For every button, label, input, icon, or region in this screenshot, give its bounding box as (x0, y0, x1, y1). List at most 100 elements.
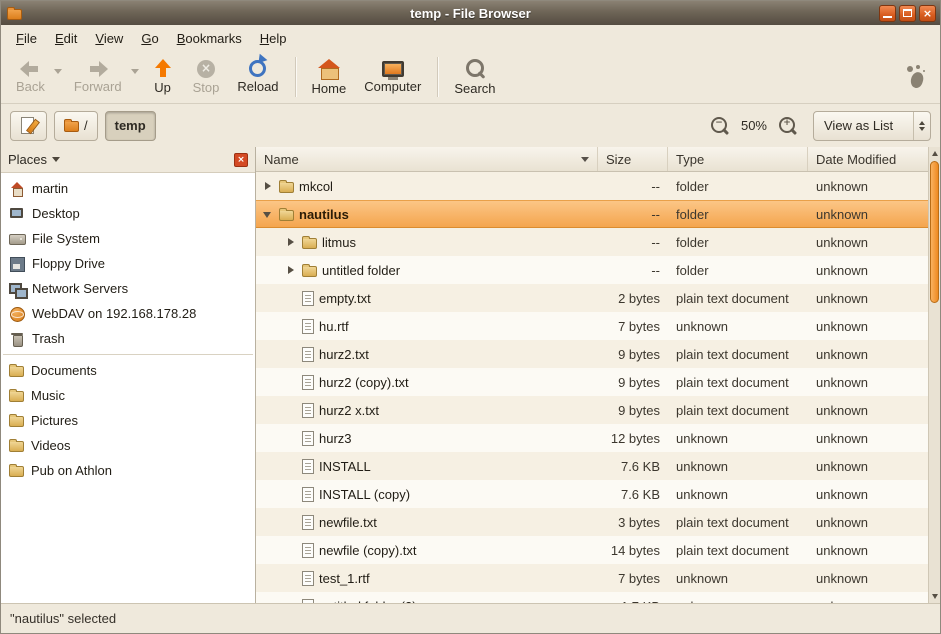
sidebar-item-pictures[interactable]: Pictures (1, 408, 255, 433)
zoom-in-button[interactable] (776, 114, 800, 138)
file-row[interactable]: newfile.txt3 bytesplain text documentunk… (256, 508, 928, 536)
sidebar-item-martin[interactable]: martin (1, 176, 255, 201)
path-button-current[interactable]: temp (105, 111, 156, 141)
computer-icon (382, 61, 404, 77)
file-modified: unknown (808, 564, 928, 592)
menu-bookmarks[interactable]: Bookmarks (168, 27, 251, 50)
column-header-type[interactable]: Type (668, 147, 808, 171)
menu-view[interactable]: View (86, 27, 132, 50)
folder-icon (302, 238, 317, 249)
scrollbar-track[interactable] (929, 160, 940, 590)
menu-file[interactable]: File (7, 27, 46, 50)
file-name-cell: test_1.rtf (256, 564, 598, 592)
file-name-cell: hurz3 (256, 424, 598, 452)
expander-closed-icon[interactable] (262, 180, 274, 192)
column-header-date-modified[interactable]: Date Modified (808, 147, 928, 171)
file-modified: unknown (808, 228, 928, 256)
network-icon (9, 281, 25, 297)
expander-closed-icon[interactable] (285, 264, 297, 276)
file-size: -- (598, 200, 668, 228)
sidebar-item-label: Pub on Athlon (31, 463, 112, 478)
menu-go[interactable]: Go (132, 27, 167, 50)
sidebar-item-network-servers[interactable]: Network Servers (1, 276, 255, 301)
file-row[interactable]: untitled folder (2)1.7 KBunknownunknown (256, 592, 928, 603)
column-dropdown-icon[interactable] (581, 157, 589, 162)
file-modified: unknown (808, 340, 928, 368)
toolbar-button-up[interactable]: Up (142, 51, 184, 103)
file-row[interactable]: INSTALL7.6 KBunknownunknown (256, 452, 928, 480)
menu-help[interactable]: Help (251, 27, 296, 50)
menu-edit[interactable]: Edit (46, 27, 86, 50)
dropdown-arrow-icon[interactable] (54, 51, 65, 103)
sidebar-item-desktop[interactable]: Desktop (1, 201, 255, 226)
places-sidebar: Places martinDesktopFile SystemFloppy Dr… (1, 147, 256, 603)
path-button-root[interactable]: / (54, 111, 98, 141)
file-name: INSTALL (319, 459, 371, 474)
scrollbar-thumb[interactable] (930, 161, 939, 303)
menubar: FileEditViewGoBookmarksHelp (1, 25, 940, 51)
toolbar-button-forward[interactable]: Forward (65, 51, 131, 103)
file-row[interactable]: newfile (copy).txt14 bytesplain text doc… (256, 536, 928, 564)
back-icon (20, 61, 40, 77)
expander-open-icon[interactable] (262, 208, 274, 220)
column-header-name[interactable]: Name (256, 147, 598, 171)
close-sidebar-button[interactable] (234, 153, 248, 167)
file-name-cell: hurz2.txt (256, 340, 598, 368)
sidebar-item-label: Documents (31, 363, 97, 378)
toolbar-button-home[interactable]: Home (303, 51, 356, 103)
places-header[interactable]: Places (1, 147, 255, 173)
home-toolbar-icon (318, 59, 340, 79)
file-row[interactable]: empty.txt2 bytesplain text documentunkno… (256, 284, 928, 312)
sidebar-item-webdav-on-192-168-178-28[interactable]: WebDAV on 192.168.178.28 (1, 301, 255, 326)
expander-closed-icon[interactable] (285, 236, 297, 248)
file-row[interactable]: hurz2 (copy).txt9 bytesplain text docume… (256, 368, 928, 396)
trash-icon (9, 331, 25, 347)
sidebar-item-music[interactable]: Music (1, 383, 255, 408)
sidebar-item-videos[interactable]: Videos (1, 433, 255, 458)
file-row[interactable]: mkcol--folderunknown (256, 172, 928, 200)
maximize-button[interactable] (899, 5, 916, 22)
file-type: folder (668, 228, 808, 256)
column-header-label: Date Modified (816, 152, 896, 167)
toolbar-button-stop[interactable]: Stop (184, 51, 229, 103)
file-row[interactable]: untitled folder--folderunknown (256, 256, 928, 284)
file-row[interactable]: INSTALL (copy)7.6 KBunknownunknown (256, 480, 928, 508)
dropdown-arrow-icon[interactable] (131, 51, 142, 103)
path-root-label: / (84, 118, 88, 133)
menu-item-mnemonic: F (16, 31, 24, 46)
file-row[interactable]: hu.rtf7 bytesunknownunknown (256, 312, 928, 340)
titlebar[interactable]: temp - File Browser (1, 1, 940, 25)
file-row[interactable]: litmus--folderunknown (256, 228, 928, 256)
file-size: 14 bytes (598, 536, 668, 564)
file-name: hurz2 x.txt (319, 403, 379, 418)
toolbar-button-back[interactable]: Back (7, 51, 54, 103)
sidebar-item-documents[interactable]: Documents (1, 358, 255, 383)
file-row[interactable]: nautilus--folderunknown (256, 200, 928, 228)
file-type: folder (668, 256, 808, 284)
toolbar-button-reload[interactable]: Reload (228, 51, 287, 103)
zoom-out-button[interactable] (708, 114, 732, 138)
sidebar-item-trash[interactable]: Trash (1, 326, 255, 351)
file-row[interactable]: hurz312 bytesunknownunknown (256, 424, 928, 452)
file-icon (302, 599, 314, 604)
close-button[interactable] (919, 5, 936, 22)
file-row[interactable]: hurz2.txt9 bytesplain text documentunkno… (256, 340, 928, 368)
expander-spacer (285, 376, 297, 388)
toggle-location-entry-button[interactable] (10, 111, 47, 141)
view-mode-select[interactable]: View as List (813, 111, 931, 141)
sidebar-item-floppy-drive[interactable]: Floppy Drive (1, 251, 255, 276)
column-header-size[interactable]: Size (598, 147, 668, 171)
minimize-button[interactable] (879, 5, 896, 22)
toolbar-button-search[interactable]: Search (445, 51, 504, 103)
toolbar-button-computer[interactable]: Computer (355, 51, 430, 103)
folder-icon (9, 366, 24, 377)
sidebar-item-pub-on-athlon[interactable]: Pub on Athlon (1, 458, 255, 483)
file-row[interactable]: test_1.rtf7 bytesunknownunknown (256, 564, 928, 592)
file-icon (302, 571, 314, 586)
scroll-up-button[interactable] (929, 147, 940, 160)
vertical-scrollbar[interactable] (928, 147, 940, 603)
file-row[interactable]: hurz2 x.txt9 bytesplain text documentunk… (256, 396, 928, 424)
file-name-cell: untitled folder (256, 256, 598, 284)
sidebar-item-file-system[interactable]: File System (1, 226, 255, 251)
scroll-down-button[interactable] (929, 590, 940, 603)
